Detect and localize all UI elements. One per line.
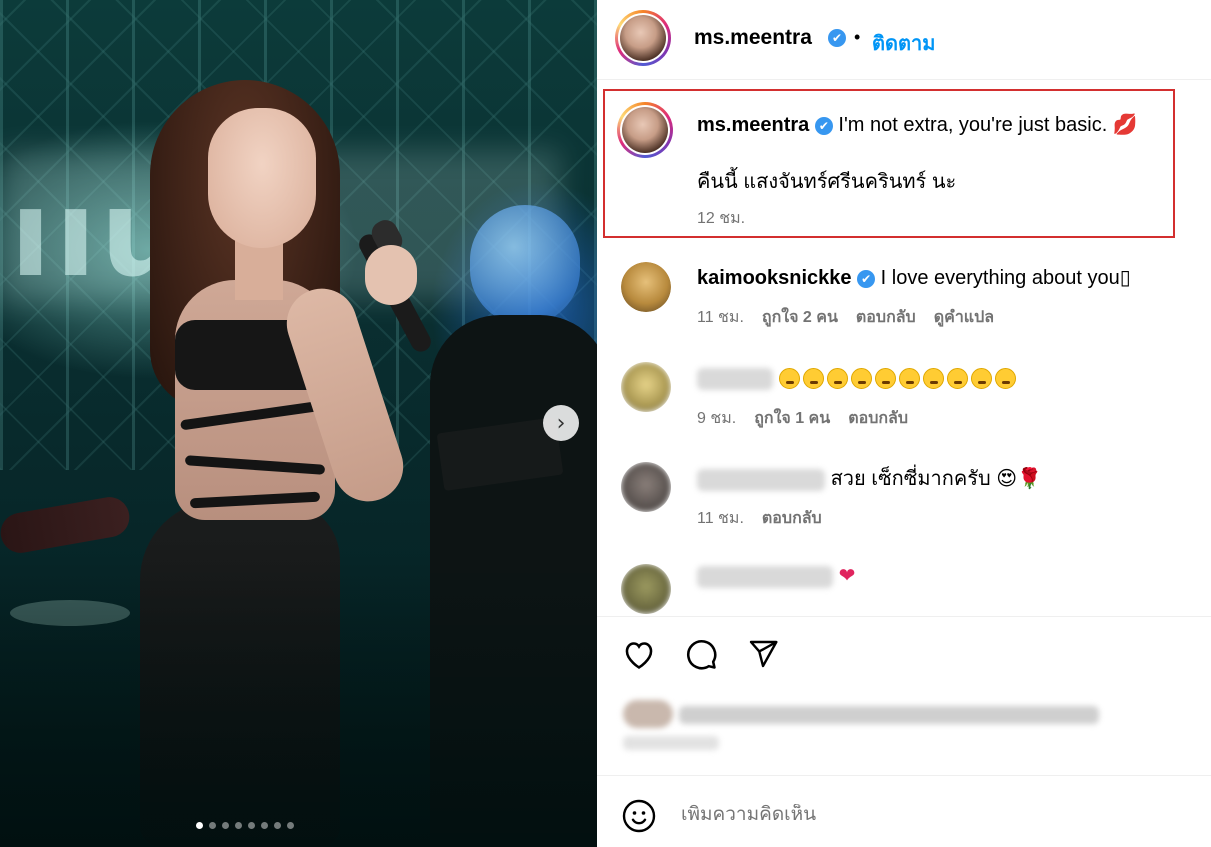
commenter-username[interactable] — [697, 367, 773, 390]
carousel-indicator — [196, 822, 294, 829]
comment-icon[interactable] — [683, 636, 719, 672]
comment-likes[interactable]: ถูกใจ 2 คน — [762, 305, 838, 330]
emoji-face-icon — [898, 368, 920, 390]
emoji-face-icon — [778, 368, 800, 390]
comment-emojis — [778, 368, 1016, 390]
commenter-avatar[interactable] — [621, 564, 671, 614]
author-avatar[interactable] — [615, 10, 671, 66]
post-photo[interactable]: ııuıı › — [0, 0, 597, 847]
reply-button[interactable]: ตอบกลับ — [762, 506, 822, 531]
guitar — [0, 494, 133, 556]
carousel-dot — [235, 822, 242, 829]
carousel-dot — [248, 822, 255, 829]
emoji-face-icon — [826, 368, 848, 390]
carousel-dot — [209, 822, 216, 829]
smiley-icon[interactable] — [621, 798, 657, 834]
verified-badge-icon: ✔ — [828, 29, 846, 47]
chevron-right-icon: › — [556, 410, 566, 436]
post-header: ms.meentra ✔ • ติดตาม — [597, 0, 1211, 80]
author-username[interactable]: ms.meentra — [694, 26, 812, 50]
caption-line-2: คืนนี้ แสงจันทร์ศรีนครินทร์ นะ — [697, 171, 957, 193]
caption-username[interactable]: ms.meentra — [697, 114, 809, 136]
commenter-avatar[interactable] — [621, 362, 671, 412]
caption-time[interactable]: 12 ชม. — [697, 206, 745, 231]
commenter-username[interactable] — [697, 565, 833, 588]
carousel-dot — [196, 822, 203, 829]
commenter-username[interactable] — [697, 468, 825, 491]
comment-text: ❤ — [838, 565, 856, 587]
carousel-dot — [222, 822, 229, 829]
emoji-face-icon — [802, 368, 824, 390]
emoji-face-icon — [922, 368, 944, 390]
translate-button[interactable]: ดูคำแปล — [934, 305, 994, 330]
follow-button[interactable]: ติดตาม — [872, 27, 935, 59]
reply-button[interactable]: ตอบกลับ — [856, 305, 916, 330]
comment-likes[interactable]: ถูกใจ 1 คน — [754, 406, 830, 431]
separator-dot: • — [854, 27, 861, 47]
caption-text: I'm not extra, you're just basic. 💋 — [838, 114, 1138, 136]
comment-time[interactable]: 11 ชม. — [697, 506, 744, 531]
carousel-dot — [287, 822, 294, 829]
caption-line-1: ms.meentra ✔ I'm not extra, you're just … — [697, 113, 1138, 137]
emoji-face-icon — [946, 368, 968, 390]
caption-avatar[interactable] — [617, 102, 673, 158]
carousel-dot — [274, 822, 281, 829]
verified-badge-icon: ✔ — [857, 269, 876, 288]
next-photo-button[interactable]: › — [543, 405, 579, 441]
post-actions — [621, 636, 781, 672]
post-side-panel: ms.meentra ✔ • ติดตาม ms.meentra ✔ I'm n… — [597, 0, 1211, 847]
reply-button[interactable]: ตอบกลับ — [848, 406, 908, 431]
heart-icon[interactable] — [621, 636, 657, 672]
emoji-face-icon — [850, 368, 872, 390]
comment-composer — [597, 775, 1211, 847]
commenter-avatar[interactable] — [621, 462, 671, 512]
commenter-avatar[interactable] — [621, 262, 671, 312]
comment-text: I love everything about you▯ — [880, 267, 1131, 289]
stage-floor — [0, 560, 597, 847]
caption-highlight — [603, 89, 1175, 238]
comment-time[interactable]: 11 ชม. — [697, 305, 744, 330]
carousel-dot — [261, 822, 268, 829]
emoji-face-icon — [970, 368, 992, 390]
comment-item: ❤ — [597, 560, 1211, 616]
commenter-username[interactable]: kaimooksnickke — [697, 267, 852, 289]
verified-badge-icon: ✔ — [814, 116, 833, 135]
comment-input[interactable] — [681, 804, 1161, 826]
comment-time[interactable]: 9 ชม. — [697, 406, 736, 431]
send-icon[interactable] — [745, 636, 781, 672]
emoji-face-icon — [874, 368, 896, 390]
comment-text: สวย เซ็กซี่มากครับ 😍🌹 — [830, 468, 1043, 490]
emoji-face-icon — [994, 368, 1016, 390]
divider — [597, 616, 1211, 617]
